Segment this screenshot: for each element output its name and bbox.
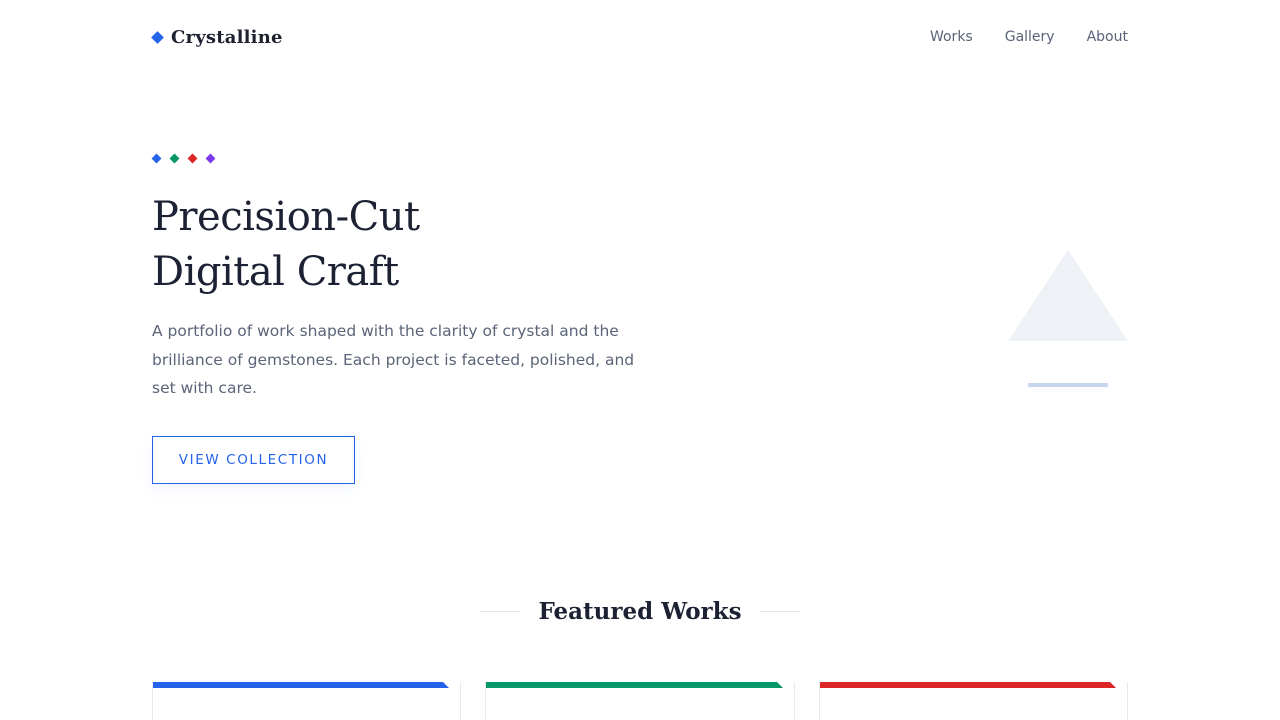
view-collection-button[interactable]: VIEW COLLECTION [152,436,355,484]
work-card[interactable] [485,682,795,720]
hero-description: A portfolio of work shaped with the clar… [152,322,635,397]
featured-cards [152,682,1128,720]
heading-rule-right [759,611,800,612]
triangle-decoration [1008,250,1128,341]
blue-diamond-icon [151,153,162,164]
hero-title-line-1: Precision-Cut [152,194,420,240]
card-accent-bar [486,682,783,688]
green-diamond-icon [169,153,180,164]
nav-link-gallery[interactable]: Gallery [1005,29,1055,45]
purple-diamond-icon [205,153,216,164]
card-accent-bar [153,682,449,688]
red-diamond-icon [187,153,198,164]
brand-name[interactable]: Crystalline [171,27,283,48]
hero-title-line-2: Digital Craft [152,249,399,295]
work-card[interactable] [152,682,461,720]
nav-link-about[interactable]: About [1087,29,1128,45]
section-title: Featured Works [538,598,742,625]
card-accent-bar [820,682,1116,688]
work-card[interactable] [819,682,1128,720]
gem-dots [151,153,216,164]
featured-works-heading: Featured Works [0,598,1280,625]
main-nav: Works Gallery About [930,29,1128,45]
heading-rule-left [480,611,521,612]
site-header: Crystalline Works Gallery About [151,18,1128,56]
line-decoration [1028,383,1108,387]
diamond-icon [151,30,164,44]
brand-logo[interactable]: Crystalline [151,27,283,48]
hero-title: Precision-Cut Digital Craft [152,190,752,300]
nav-link-works[interactable]: Works [930,29,973,45]
